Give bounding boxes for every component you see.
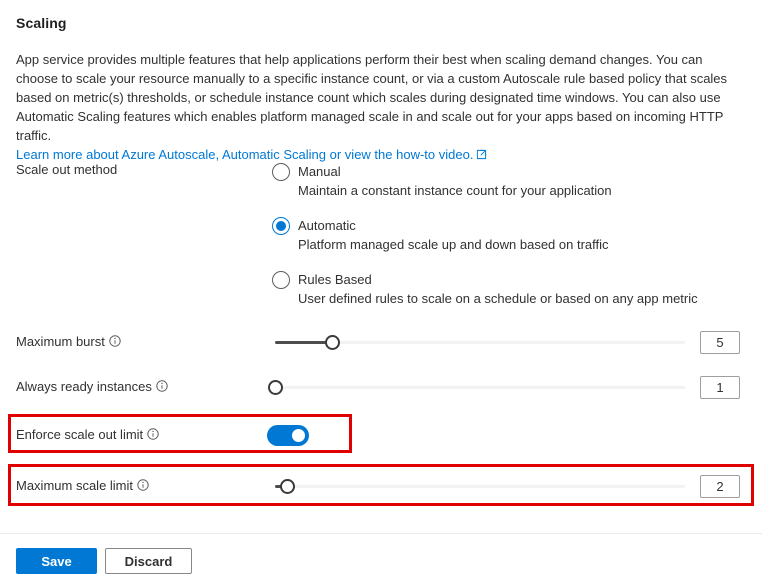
maximum-scale-limit-value[interactable]: 2 xyxy=(700,475,740,498)
maximum-burst-value[interactable]: 5 xyxy=(700,331,740,354)
radio-option-rules-based[interactable]: Rules Based User defined rules to scale … xyxy=(272,270,698,308)
radio-description-rules-based: User defined rules to scale on a schedul… xyxy=(298,289,698,308)
intro-text: App service provides multiple features t… xyxy=(16,52,727,143)
toggle-knob xyxy=(292,429,305,442)
discard-button[interactable]: Discard xyxy=(105,548,192,574)
enforce-scale-out-limit-toggle[interactable] xyxy=(267,425,309,446)
always-ready-instances-label-text: Always ready instances xyxy=(16,379,152,394)
info-icon[interactable] xyxy=(156,380,168,392)
info-icon[interactable] xyxy=(109,335,121,347)
info-icon[interactable] xyxy=(137,479,149,491)
radio-option-manual[interactable]: Manual Maintain a constant instance coun… xyxy=(272,162,698,200)
enforce-scale-out-limit-label-text: Enforce scale out limit xyxy=(16,427,143,442)
slider-fill xyxy=(275,341,332,344)
radio-label-rules-based[interactable]: Rules Based xyxy=(298,270,698,289)
radio-label-manual[interactable]: Manual xyxy=(298,162,698,181)
slider-thumb[interactable] xyxy=(280,479,295,494)
maximum-burst-row: Maximum burst 5 xyxy=(0,325,762,359)
radio-circle-rules-based[interactable] xyxy=(272,271,290,289)
radio-description-manual: Maintain a constant instance count for y… xyxy=(298,181,698,200)
always-ready-instances-row: Always ready instances 1 xyxy=(0,370,762,404)
radio-circle-manual[interactable] xyxy=(272,163,290,181)
maximum-scale-limit-slider[interactable] xyxy=(275,480,685,492)
slider-track xyxy=(275,485,685,488)
always-ready-instances-slider[interactable] xyxy=(275,381,685,393)
info-icon[interactable] xyxy=(147,428,159,440)
footer-separator xyxy=(0,533,762,534)
intro-paragraph: App service provides multiple features t… xyxy=(16,50,748,164)
always-ready-instances-value[interactable]: 1 xyxy=(700,376,740,399)
maximum-scale-limit-label: Maximum scale limit xyxy=(16,469,149,503)
slider-thumb[interactable] xyxy=(268,380,283,395)
radio-circle-automatic[interactable] xyxy=(272,217,290,235)
page-title: Scaling xyxy=(16,15,67,31)
slider-thumb[interactable] xyxy=(325,335,340,350)
maximum-scale-limit-label-text: Maximum scale limit xyxy=(16,478,133,493)
enforce-scale-out-limit-row: Enforce scale out limit xyxy=(0,418,762,452)
maximum-burst-slider[interactable] xyxy=(275,336,685,348)
radio-option-automatic[interactable]: Automatic Platform managed scale up and … xyxy=(272,216,698,254)
maximum-burst-label-text: Maximum burst xyxy=(16,334,105,349)
save-button[interactable]: Save xyxy=(16,548,97,574)
radio-description-automatic: Platform managed scale up and down based… xyxy=(298,235,698,254)
scale-out-method-label: Scale out method xyxy=(16,158,117,182)
scale-out-method-radio-group: Manual Maintain a constant instance coun… xyxy=(272,162,698,308)
maximum-burst-label: Maximum burst xyxy=(16,325,121,359)
always-ready-instances-label: Always ready instances xyxy=(16,370,168,404)
slider-track xyxy=(275,386,685,389)
maximum-scale-limit-row: Maximum scale limit 2 xyxy=(0,469,762,503)
enforce-scale-out-limit-label: Enforce scale out limit xyxy=(16,418,159,452)
radio-label-automatic[interactable]: Automatic xyxy=(298,216,698,235)
